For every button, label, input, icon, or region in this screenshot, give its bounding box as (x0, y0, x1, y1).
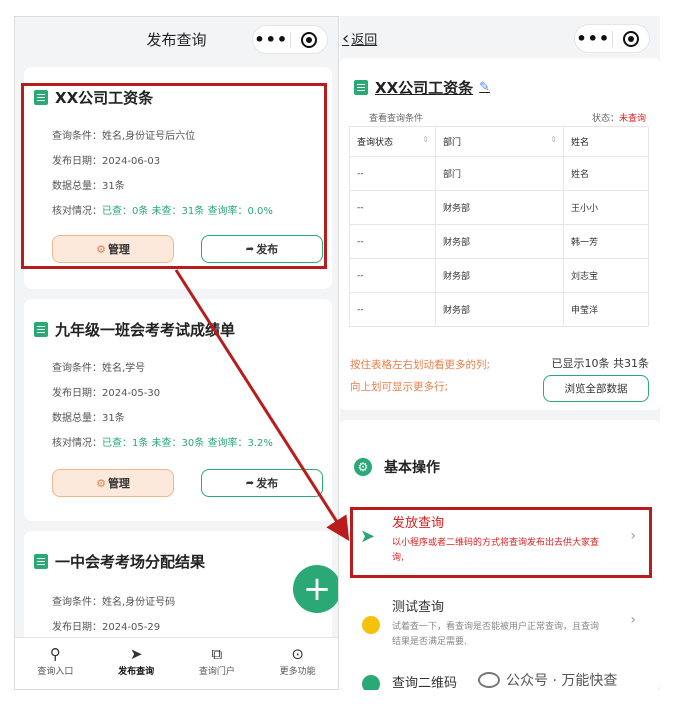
annotation-arrow (174, 269, 350, 542)
wechat-icon (478, 672, 500, 688)
watermark-text: 公众号 · 万能快查 (506, 673, 618, 689)
watermark: 公众号 · 万能快查 (478, 670, 617, 690)
